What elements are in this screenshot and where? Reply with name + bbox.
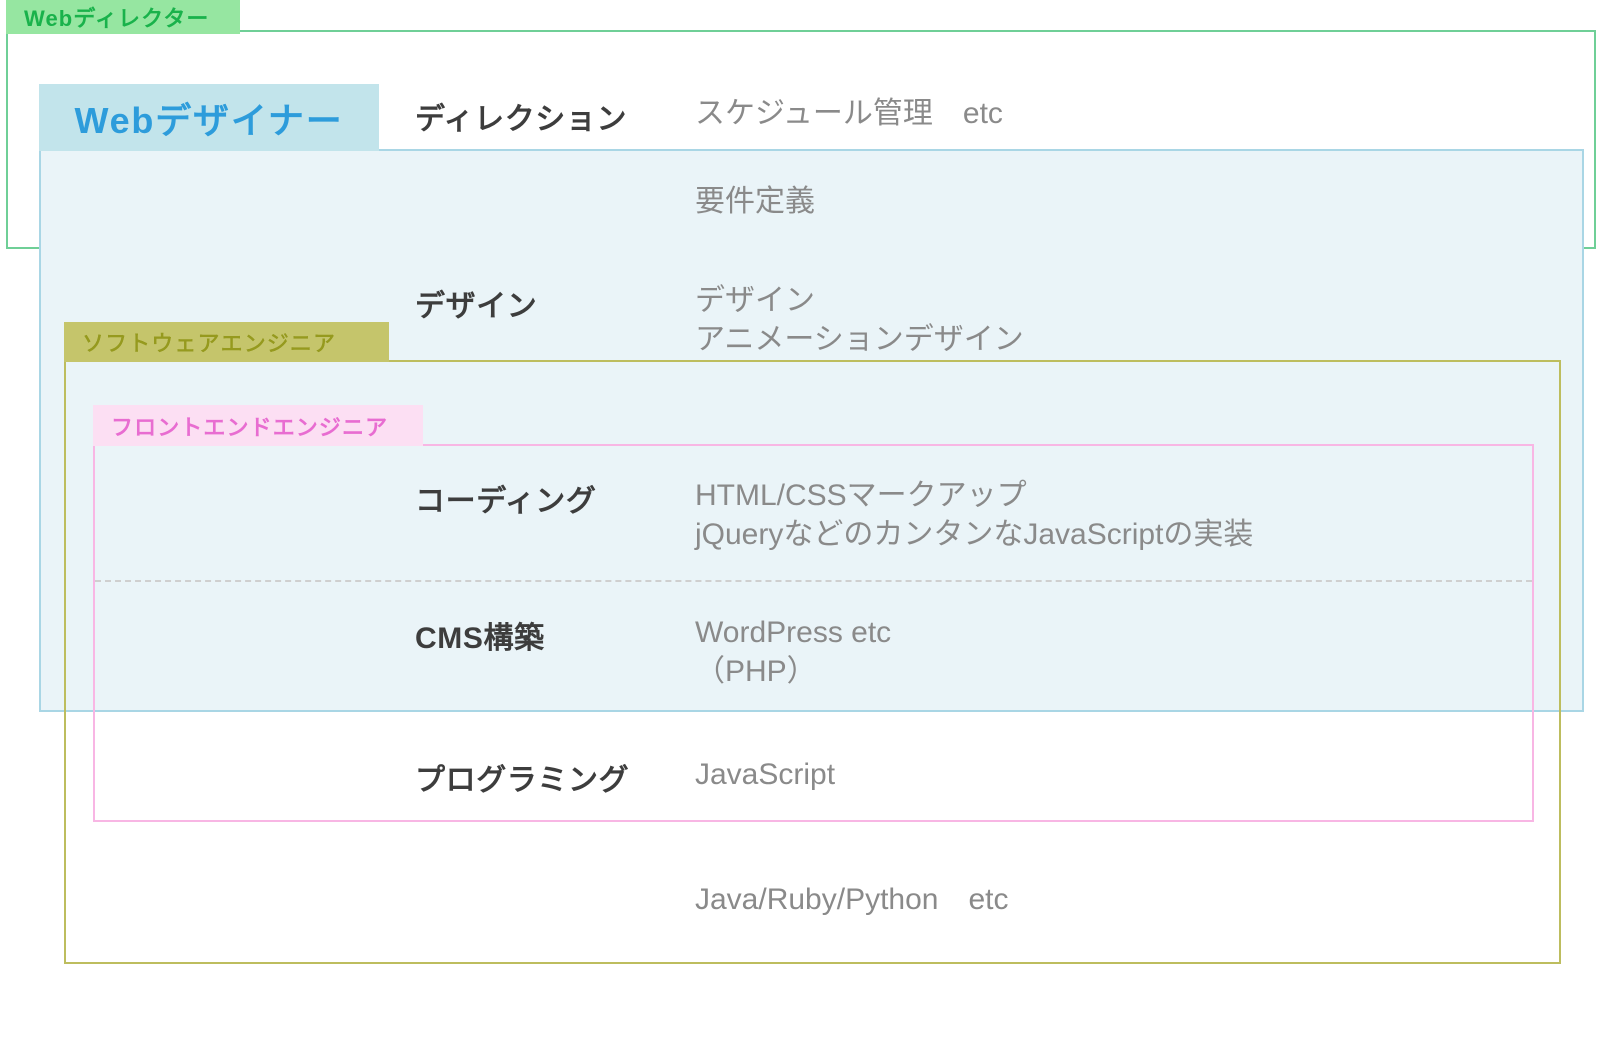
desc-direction: スケジュール管理 etc xyxy=(695,94,1600,133)
row-coding: コーディング HTML/CSSマークアップjQueryなどのカンタンなJavaS… xyxy=(0,476,1600,554)
row-programming: プログラミング JavaScript xyxy=(0,755,1600,799)
desc-backend: Java/Ruby/Python etc xyxy=(695,880,1600,919)
desc-requirements: 要件定義 xyxy=(695,182,1600,221)
desc-design: デザインアニメーションデザイン xyxy=(695,281,1600,359)
group-web-director-label: Webディレクター xyxy=(24,1,210,33)
category-programming: プログラミング xyxy=(415,755,695,799)
category-coding: コーディング xyxy=(415,476,695,520)
group-frontend-engineer-tab: フロントエンドエンジニア xyxy=(93,405,423,446)
category-direction: ディレクション xyxy=(415,94,695,138)
group-web-director-tab: Webディレクター xyxy=(6,0,240,34)
desc-coding: HTML/CSSマークアップjQueryなどのカンタンなJavaScriptの実… xyxy=(695,476,1600,554)
category-design: デザイン xyxy=(415,281,695,325)
row-backend: Java/Ruby/Python etc xyxy=(0,880,1600,919)
category-cms: CMS構築 xyxy=(415,613,695,657)
desc-programming: JavaScript xyxy=(695,755,1600,794)
row-requirements: 要件定義 xyxy=(0,182,1600,221)
row-design: デザイン デザインアニメーションデザイン xyxy=(0,281,1600,359)
separator-coding-cms xyxy=(95,580,1532,582)
diagram-stage: Webディレクター Webデザイナー ソフトウェアエンジニア ソフトウェアエンジ… xyxy=(0,0,1600,1039)
row-cms: CMS構築 WordPress etc（PHP） xyxy=(0,613,1600,691)
row-direction: ディレクション スケジュール管理 etc xyxy=(0,94,1600,138)
group-frontend-engineer-label: フロントエンドエンジニア xyxy=(111,410,388,442)
desc-cms: WordPress etc（PHP） xyxy=(695,613,1600,691)
